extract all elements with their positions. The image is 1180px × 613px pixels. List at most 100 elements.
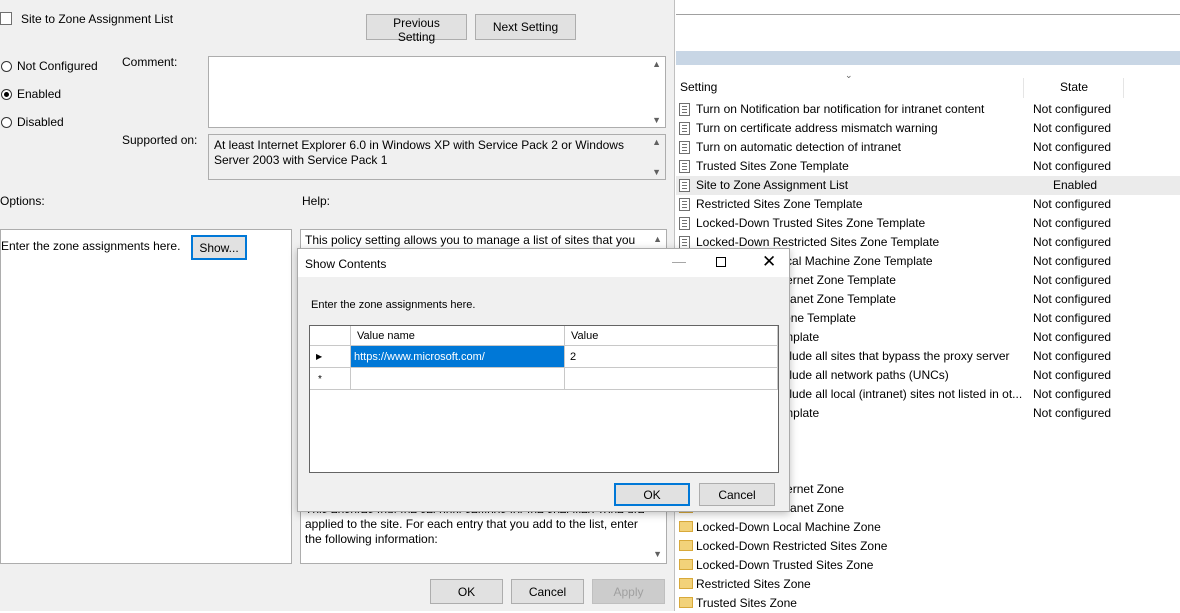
radio-enabled-circle[interactable] bbox=[1, 89, 12, 100]
setting-state: Not configured bbox=[1033, 292, 1112, 306]
setting-name: Locked-Down Trusted Sites Zone Template bbox=[696, 216, 926, 230]
column-header-state[interactable]: State bbox=[1060, 80, 1088, 94]
folder-name: Restricted Sites Zone bbox=[696, 577, 811, 591]
close-icon[interactable]: ✕ bbox=[762, 252, 776, 272]
minimize-icon[interactable]: — bbox=[672, 253, 686, 269]
supported-on-field: At least Internet Explorer 6.0 in Window… bbox=[208, 134, 666, 180]
policy-setting-icon bbox=[679, 122, 690, 135]
scroll-up-icon[interactable]: ▲ bbox=[652, 59, 661, 69]
folder-name: Locked-Down Restricted Sites Zone bbox=[696, 539, 888, 553]
folder-name: Trusted Sites Zone bbox=[696, 596, 797, 610]
folder-name: Locked-Down Trusted Sites Zone bbox=[696, 558, 874, 572]
new-value-cell[interactable] bbox=[565, 368, 778, 390]
help-label: Help: bbox=[302, 194, 331, 208]
value-cell[interactable]: 2 bbox=[565, 346, 778, 368]
setting-state: Not configured bbox=[1033, 216, 1112, 230]
setting-name: Turn on Notification bar notification fo… bbox=[696, 102, 985, 116]
setting-name: Trusted Sites Zone Template bbox=[696, 159, 849, 173]
radio-disabled-label: Disabled bbox=[17, 115, 64, 129]
folder-row[interactable]: Locked-Down Trusted Sites Zone bbox=[676, 556, 1180, 575]
policy-setting-icon bbox=[679, 141, 690, 154]
folder-row[interactable]: Locked-Down Restricted Sites Zone bbox=[676, 537, 1180, 556]
help-text-bottom: applied to the site. For each entry that… bbox=[305, 517, 638, 546]
setting-state: Not configured bbox=[1033, 330, 1112, 344]
folder-icon bbox=[679, 559, 693, 570]
next-setting-button[interactable]: Next Setting bbox=[475, 14, 576, 40]
setting-name: Turn on automatic detection of intranet bbox=[696, 140, 902, 154]
grid-header-value-name[interactable]: Value name bbox=[351, 326, 565, 346]
setting-row[interactable]: Turn on Notification bar notification fo… bbox=[676, 100, 1180, 119]
scroll-down-icon[interactable]: ▼ bbox=[653, 549, 662, 559]
setting-row[interactable]: Trusted Sites Zone Template Not configure… bbox=[676, 157, 1180, 176]
scroll-up-icon[interactable]: ▲ bbox=[652, 137, 661, 147]
folder-row[interactable]: Trusted Sites Zone bbox=[676, 594, 1180, 613]
setting-state: Not configured bbox=[1033, 311, 1112, 325]
setting-state: Not configured bbox=[1033, 387, 1112, 401]
options-panel: Enter the zone assignments here. Show... bbox=[0, 229, 292, 564]
folder-icon bbox=[679, 521, 693, 532]
radio-not-configured-circle[interactable] bbox=[1, 61, 12, 72]
folder-row[interactable]: Locked-Down Local Machine Zone bbox=[676, 518, 1180, 537]
setting-name: Site to Zone Assignment List bbox=[696, 178, 849, 192]
cancel-button[interactable]: Cancel bbox=[511, 579, 584, 604]
sort-chevron-icon[interactable]: ⌄ bbox=[845, 70, 853, 81]
setting-state: Enabled bbox=[1053, 178, 1098, 192]
setting-state: Not configured bbox=[1033, 102, 1112, 116]
pane-header-band bbox=[676, 51, 1180, 65]
row-indicator-icon[interactable]: ▶ bbox=[310, 346, 351, 368]
scroll-up-icon[interactable]: ▲ bbox=[653, 234, 662, 244]
previous-setting-button[interactable]: Previous Setting bbox=[366, 14, 467, 44]
setting-row[interactable]: Restricted Sites Zone Template Not config… bbox=[676, 195, 1180, 214]
show-contents-titlebar[interactable]: Show Contents — ✕ bbox=[298, 249, 789, 277]
supported-on-value: At least Internet Explorer 6.0 in Window… bbox=[214, 138, 624, 167]
setting-state: Not configured bbox=[1033, 197, 1112, 211]
setting-state: Not configured bbox=[1033, 121, 1112, 135]
show-contents-ok-button[interactable]: OK bbox=[614, 483, 690, 506]
setting-state: Not configured bbox=[1033, 406, 1112, 420]
options-instruction: Enter the zone assignments here. bbox=[1, 239, 181, 253]
value-name-cell[interactable]: https://www.microsoft.com/ bbox=[351, 346, 565, 368]
setting-state: Not configured bbox=[1033, 349, 1112, 363]
comment-field[interactable]: ▲ ▼ bbox=[208, 56, 666, 128]
apply-button[interactable]: Apply bbox=[592, 579, 665, 604]
policy-setting-icon bbox=[679, 179, 690, 192]
setting-row[interactable]: Locked-Down Trusted Sites Zone Template N… bbox=[676, 214, 1180, 233]
setting-row[interactable]: Turn on automatic detection of intranet N… bbox=[676, 138, 1180, 157]
policy-setting-icon bbox=[679, 160, 690, 173]
scroll-down-icon[interactable]: ▼ bbox=[652, 167, 661, 177]
show-contents-title: Show Contents bbox=[305, 257, 387, 271]
radio-disabled-circle[interactable] bbox=[1, 117, 12, 128]
radio-enabled-label: Enabled bbox=[17, 87, 62, 101]
show-contents-cancel-button[interactable]: Cancel bbox=[699, 483, 775, 506]
show-contents-dialog: Show Contents — ✕ Enter the zone assignm… bbox=[297, 248, 790, 512]
folder-row[interactable]: Restricted Sites Zone bbox=[676, 575, 1180, 594]
show-button[interactable]: Show... bbox=[191, 235, 247, 260]
pane-top-border bbox=[676, 14, 1180, 15]
ok-button[interactable]: OK bbox=[430, 579, 503, 604]
show-contents-instruction: Enter the zone assignments here. bbox=[311, 299, 476, 311]
policy-setting-icon bbox=[679, 103, 690, 116]
folder-icon bbox=[679, 597, 693, 608]
setting-state: Not configured bbox=[1033, 235, 1112, 249]
radio-not-configured-label: Not Configured bbox=[17, 59, 98, 73]
setting-name: Turn on certificate address mismatch war… bbox=[696, 121, 938, 135]
setting-row[interactable]: Turn on certificate address mismatch war… bbox=[676, 119, 1180, 138]
maximize-icon[interactable] bbox=[716, 257, 726, 267]
setting-state: Not configured bbox=[1033, 254, 1112, 268]
column-header-setting[interactable]: Setting bbox=[680, 80, 717, 94]
supported-on-label: Supported on: bbox=[122, 133, 198, 147]
setting-name: Locked-Down Restricted Sites Zone Templa… bbox=[696, 235, 940, 249]
policy-setting-icon bbox=[679, 198, 690, 211]
new-value-name-cell[interactable] bbox=[351, 368, 565, 390]
setting-row[interactable]: Site to Zone Assignment List Enabled bbox=[676, 176, 1180, 195]
folder-name: Locked-Down Local Machine Zone bbox=[696, 520, 881, 534]
column-divider-2[interactable] bbox=[1123, 78, 1124, 98]
setting-state: Not configured bbox=[1033, 159, 1112, 173]
grid-header-value[interactable]: Value bbox=[565, 326, 778, 346]
folder-icon bbox=[679, 578, 693, 589]
setting-state: Not configured bbox=[1033, 140, 1112, 154]
new-row-marker[interactable]: * bbox=[310, 368, 351, 390]
column-divider[interactable] bbox=[1023, 78, 1024, 98]
scroll-down-icon[interactable]: ▼ bbox=[652, 115, 661, 125]
folder-icon bbox=[679, 540, 693, 551]
